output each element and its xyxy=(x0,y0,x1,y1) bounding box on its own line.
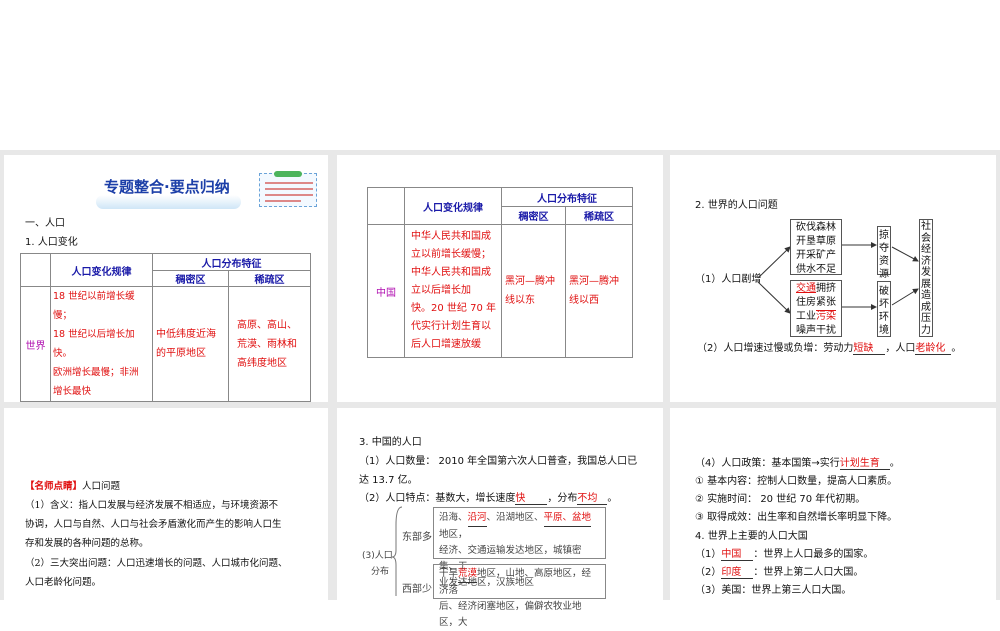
tip-note-icon xyxy=(259,171,317,207)
slide-5[interactable]: 3. 中国的人口 （1）人口数量： 2010 年全国第六次人口普查，我国总人口已… xyxy=(337,408,663,628)
rule-cell: 中华人民共和国成 立以前增长缓慢； 中华人民共和国成 立以后增长加 快。20 世纪 70… xyxy=(404,224,502,358)
west-box: 干旱荒漠地区，山地、高原地区，经济落 后、经济闭塞地区，偏僻农牧业地区，大 xyxy=(433,564,606,628)
text-line: （1）中国 ：世界上人口最多的国家。 xyxy=(695,545,873,561)
east-label: 东部多 xyxy=(402,532,432,543)
subsection-heading: 1. 人口变化 xyxy=(25,237,78,248)
arrow xyxy=(757,281,791,314)
row-label: 世界 xyxy=(20,286,51,402)
china-population-table: 人口变化规律 人口分布特征 稠密区 稀疏区 中国 中华人民共和国成 立以前增长缓慢；中… xyxy=(367,187,633,358)
col-dist: 人口分布特征 xyxy=(501,187,633,207)
tip-line: （2）三大突出问题：人口迅速增长的问题、人口城市化问题、 xyxy=(25,558,288,569)
teacher-tip: 【名师点睛】人口问题 xyxy=(25,481,121,492)
col-dist: 人口分布特征 xyxy=(152,253,311,271)
slide-1[interactable]: 专题整合·要点归纳 一、人口 1. 人口变化 人口变化规律 人口分布特征 稠密区稀… xyxy=(4,155,328,402)
arrow xyxy=(891,288,919,306)
tip-line: 协调，人口与自然、人口与社会矛盾激化而产生的影响人口生 xyxy=(25,519,282,530)
tip-line: （1）含义：指人口发展与经济发展不相适应，与环境资源不 xyxy=(25,500,279,511)
arrow xyxy=(757,246,791,279)
box-plunder-resources: 掠夺资源 xyxy=(877,226,891,280)
west-label: 西部少 xyxy=(402,584,432,595)
sparse-cell: 高原、高山、 荒漠、雨林和 高纬度地区 xyxy=(228,286,311,402)
slide-2[interactable]: 人口变化规律 人口分布特征 稠密区 稀疏区 中国 中华人民共和国成 立以前增长缓慢；中… xyxy=(337,155,663,402)
dense-cell: 中低纬度近海 的平原地区 xyxy=(152,286,229,402)
box-damage-environment: 破坏环境 xyxy=(877,281,891,337)
text-line: （2）人口特点：基数大，增长速度快 ，分布不均。 xyxy=(359,489,617,505)
box-urban-pressure: 交通拥挤 住房紧张 工业污染 噪声干扰 xyxy=(790,280,842,337)
text-line: （1）人口数量： 2010 年全国第六次人口普查，我国总人口已 xyxy=(359,456,638,467)
sparse-cell: 黑河—腾冲 线以西 xyxy=(565,224,633,358)
text-line: ① 基本内容：控制人口数量，提高人口素质。 xyxy=(695,476,898,487)
box-resource-use: 砍伐森林 开垦草原 开采矿产 供水不足 xyxy=(790,219,842,275)
slide-4[interactable]: 【名师点睛】人口问题 （1）含义：指人口发展与经济发展不相适应，与环境资源不 协… xyxy=(4,408,328,600)
heading: 3. 中国的人口 xyxy=(359,437,422,448)
text-line: （3）美国：世界上第三人口大国。 xyxy=(695,585,852,596)
dist-label: 分布 xyxy=(371,567,390,577)
slide-title: 专题整合·要点归纳 xyxy=(104,178,230,196)
slide-3[interactable]: 2. 世界的人口问题 （1）人口剧增 砍伐森林 开垦草原 开采矿产 供水不足 交通拥挤… xyxy=(670,155,996,402)
col-sparse: 稀疏区 xyxy=(565,206,633,225)
col-dense: 稠密区 xyxy=(152,270,229,287)
title-cloud-banner xyxy=(96,195,241,209)
text-line: （2）印度 ：世界上第二人口大国。 xyxy=(695,563,863,579)
arrow xyxy=(891,246,919,262)
row-label: 中国 xyxy=(367,224,405,358)
text-line: 4. 世界上主要的人口大国 xyxy=(695,531,808,542)
dense-cell: 黑河—腾冲 线以东 xyxy=(501,224,566,358)
text-line: 达 13.7 亿。 xyxy=(359,475,418,486)
east-box: 沿海、沿河、沿湖地区、平原、盆地地区， 经济、交通运输发达地区，城镇密集、工 业发… xyxy=(433,507,606,588)
col-sparse: 稀疏区 xyxy=(228,270,311,287)
col-dense: 稠密区 xyxy=(501,206,566,225)
slide-6[interactable]: （4）人口政策：基本国策→实行计划生育。 ① 基本内容：控制人口数量，提高人口素… xyxy=(670,408,996,600)
text-line: ② 实施时间： 20 世纪 70 年代初期。 xyxy=(695,494,866,505)
box-socioeconomic-pressure: 社会经济发展造成压力 xyxy=(919,219,933,337)
col-rule: 人口变化规律 xyxy=(50,253,153,287)
section-heading: 一、人口 xyxy=(25,218,65,229)
slow-growth-line: （2）人口增速过慢或负增：劳动力短缺 ，人口老龄化。 xyxy=(697,339,961,355)
tip-line: 存和发展的各种问题的总称。 xyxy=(25,538,149,549)
world-population-table: 人口变化规律 人口分布特征 稠密区 稀疏区 世界 18 世纪以前增长缓慢； 18 世纪… xyxy=(20,253,311,402)
text-line: （4）人口政策：基本国策→实行计划生育。 xyxy=(695,454,900,470)
col-rule: 人口变化规律 xyxy=(404,187,502,225)
rule-cell: 18 世纪以前增长缓慢； 18 世纪以后增长加快。 欧洲增长最慢；非洲 增长最快 xyxy=(50,286,153,402)
tip-line: 人口老龄化问题。 xyxy=(25,577,102,588)
dist-label: (3)人口 xyxy=(362,551,393,561)
text-line: ③ 取得成效：出生率和自然增长率明显下降。 xyxy=(695,512,898,523)
